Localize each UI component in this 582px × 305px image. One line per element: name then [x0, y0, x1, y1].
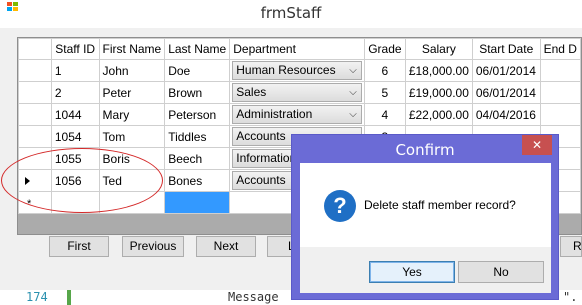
salary-cell[interactable]: £19,000.00	[404, 81, 473, 104]
chevron-down-icon[interactable]: ⌵	[345, 84, 361, 101]
department-cell[interactable]: Administration ⌵	[229, 103, 365, 126]
dialog-button-bar: Yes No	[300, 247, 551, 293]
column-header[interactable]: Department	[229, 38, 365, 60]
confirm-dialog: Confirm ✕ ? Delete staff member record? …	[291, 134, 559, 300]
dialog-body: ? Delete staff member record?	[300, 163, 551, 247]
grid-header-row: Staff ID First Name Last Name Department…	[18, 38, 581, 60]
line-number: 174	[26, 290, 48, 304]
department-dropdown[interactable]: Sales ⌵	[232, 83, 362, 102]
column-header[interactable]: Staff ID	[50, 38, 100, 60]
code-tail: ".	[563, 290, 578, 304]
table-row[interactable]: 1044 Mary Peterson Administration ⌵ 4 £22…	[18, 103, 581, 126]
department-cell[interactable]: Human Resources ⌵	[229, 59, 365, 82]
close-icon[interactable]: ✕	[522, 135, 552, 155]
department-dropdown[interactable]: Human Resources ⌵	[232, 61, 362, 80]
grade-cell[interactable]: 6	[363, 59, 406, 82]
row-header[interactable]	[18, 59, 52, 82]
column-header[interactable]: Last Name	[164, 38, 231, 60]
staff-id-cell[interactable]: 2	[50, 81, 100, 104]
grade-cell[interactable]: 4	[363, 103, 406, 126]
department-cell[interactable]: Sales ⌵	[229, 81, 365, 104]
first-name-cell[interactable]: Tom	[98, 125, 166, 148]
previous-button[interactable]: Previous	[122, 236, 184, 257]
staff-id-cell[interactable]: 1054	[50, 125, 100, 148]
table-row[interactable]: 2 Peter Brown Sales ⌵ 5 £19,000.00 06/01/…	[18, 81, 581, 104]
first-button[interactable]: First	[49, 236, 109, 257]
department-value: Accounts	[236, 173, 286, 187]
column-header[interactable]: Start Date	[471, 38, 541, 60]
staff-id-cell[interactable]: 1044	[50, 103, 100, 126]
dialog-message: Delete staff member record?	[364, 198, 516, 212]
column-header[interactable]: First Name	[98, 38, 166, 60]
last-name-cell[interactable]: Beech	[164, 147, 231, 170]
chevron-down-icon[interactable]: ⌵	[345, 62, 361, 79]
change-marker	[67, 290, 71, 305]
last-name-cell[interactable]: Doe	[164, 59, 231, 82]
grade-cell[interactable]: 5	[363, 81, 406, 104]
chevron-down-icon[interactable]: ⌵	[345, 106, 361, 123]
end-date-cell[interactable]	[539, 59, 581, 82]
table-row[interactable]: 1 John Doe Human Resources ⌵ 6 £18,000.00…	[18, 59, 581, 82]
column-header[interactable]: End D	[539, 38, 581, 60]
first-name-cell[interactable]: Mary	[98, 103, 166, 126]
department-value: Administration	[236, 107, 313, 121]
annotation-circle	[1, 148, 163, 213]
end-date-cell[interactable]	[539, 103, 581, 126]
start-date-cell[interactable]: 06/01/2014	[471, 59, 541, 82]
row-header[interactable]	[18, 125, 52, 148]
code-fragment: Message	[228, 290, 279, 304]
yes-button[interactable]: Yes	[369, 261, 455, 283]
last-name-cell[interactable]: Peterson	[164, 103, 231, 126]
staff-id-cell[interactable]: 1	[50, 59, 100, 82]
column-header[interactable]: Grade	[363, 38, 406, 60]
salary-cell[interactable]: £18,000.00	[404, 59, 473, 82]
department-value: Accounts	[236, 129, 286, 143]
last-name-cell[interactable]: Tiddles	[164, 125, 231, 148]
row-header[interactable]	[18, 103, 52, 126]
department-value: Human Resources	[236, 63, 336, 77]
first-name-cell[interactable]: John	[98, 59, 166, 82]
department-value: Information	[236, 151, 297, 165]
department-dropdown[interactable]: Administration ⌵	[232, 105, 362, 124]
column-header[interactable]: Salary	[404, 38, 473, 60]
no-button[interactable]: No	[458, 261, 544, 283]
last-name-cell[interactable]: Bones	[164, 169, 231, 192]
next-button[interactable]: Next	[196, 236, 256, 257]
last-name-cell[interactable]: Brown	[164, 81, 231, 104]
row-header[interactable]	[18, 81, 52, 104]
right-button[interactable]: R	[560, 236, 582, 257]
row-header-corner	[18, 38, 52, 60]
question-icon: ?	[324, 190, 356, 222]
department-value: Sales	[236, 85, 267, 99]
first-name-cell[interactable]: Peter	[98, 81, 166, 104]
dialog-title: Confirm	[395, 141, 455, 159]
end-date-cell[interactable]	[539, 81, 581, 104]
window-titlebar: frmStaff	[0, 0, 582, 28]
salary-cell[interactable]: £22,000.00	[404, 103, 473, 126]
window-title: frmStaff	[260, 4, 322, 22]
start-date-cell[interactable]: 04/04/2016	[471, 103, 541, 126]
start-date-cell[interactable]: 06/01/2014	[471, 81, 541, 104]
last-name-cell-selected[interactable]	[164, 191, 231, 214]
